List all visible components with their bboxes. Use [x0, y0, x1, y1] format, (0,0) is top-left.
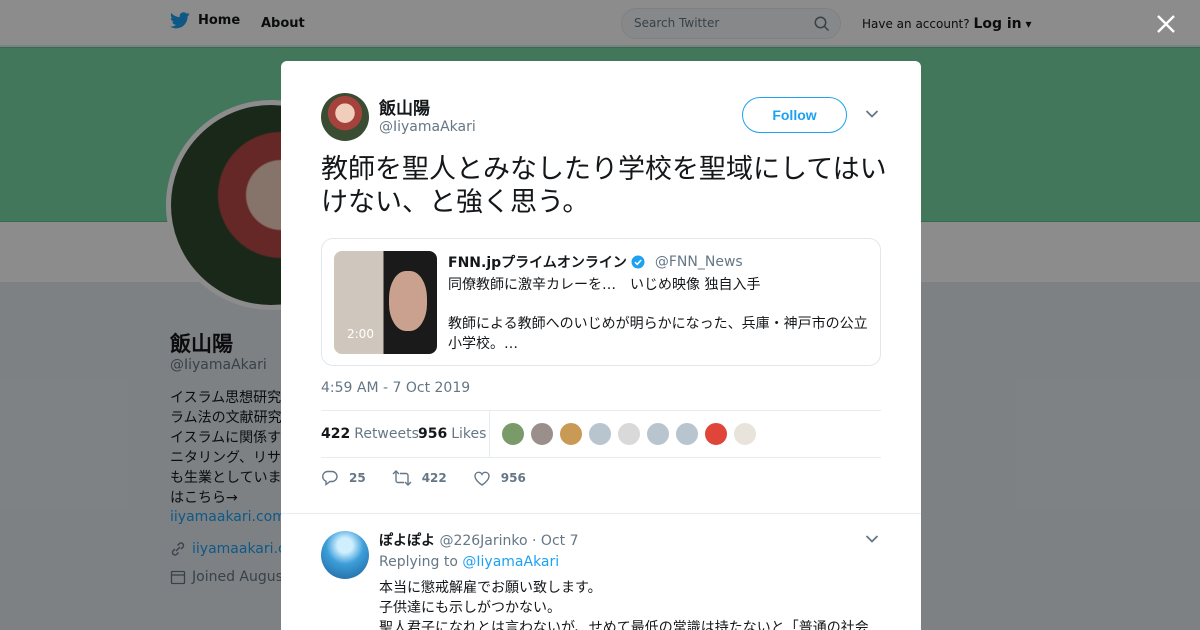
replying-prefix: Replying to [379, 554, 458, 570]
video-duration: 2:00 [347, 327, 374, 341]
replying-to: Replying to @IiyamaAkari [379, 554, 559, 570]
reply-text-line: 聖人君子になれとは言わないが、せめて最低の常識は持たないと「普通の社会 [379, 620, 869, 630]
retweets-count: 422 [321, 426, 351, 442]
stats-divider [489, 411, 490, 457]
liker-avatar[interactable] [704, 422, 728, 446]
reply-action[interactable]: 25 [321, 469, 366, 487]
liker-avatar[interactable] [733, 422, 757, 446]
card-title: 同僚教師に激辛カレーを… いじめ映像 独自入手 [448, 277, 761, 293]
reply-author-name[interactable]: ぽよぽよ [379, 533, 435, 549]
retweet-icon [392, 470, 412, 486]
reply-count: 25 [349, 471, 366, 485]
follow-button[interactable]: Follow [742, 97, 847, 133]
liker-avatar[interactable] [588, 422, 612, 446]
card-video-thumbnail[interactable]: 2:00 [334, 251, 437, 354]
reply-tweet[interactable]: ぽよぽよ @226Jarinko · Oct 7 Replying to @Ii… [281, 513, 921, 630]
liker-avatars [501, 422, 757, 446]
liker-avatar[interactable] [530, 422, 554, 446]
tweet-author-avatar[interactable] [321, 93, 369, 141]
likes-count: 956 [418, 426, 448, 442]
retweets-stat[interactable]: 422 Retweets [321, 426, 419, 442]
tweet-stats: 422 Retweets 956 Likes [321, 410, 881, 458]
card-source-name: FNN.jpプライムオンライン [448, 255, 627, 271]
reply-text-line: 子供達にも示しがつかない。 [379, 600, 561, 616]
card-source-handle: @FNN_News [654, 254, 743, 270]
reply-author-handle[interactable]: @226Jarinko [439, 533, 527, 549]
tweet-author-handle[interactable]: @IiyamaAkari [379, 119, 476, 135]
liker-avatar[interactable] [646, 422, 670, 446]
card-description: 教師による教師へのいじめが明らかになった、兵庫・神戸市の公立小学校。… [448, 316, 868, 352]
retweet-count: 422 [421, 471, 447, 485]
like-action[interactable]: 956 [473, 469, 526, 487]
thumbnail-face [389, 271, 427, 331]
reply-author-avatar[interactable] [321, 531, 369, 579]
liker-avatar[interactable] [675, 422, 699, 446]
retweets-label: Retweets [354, 426, 419, 442]
tweet-text: 教師を聖人とみなしたり学校を聖域にしてはいけない、と強く思う。 [321, 154, 887, 218]
reply-date[interactable]: · Oct 7 [532, 533, 578, 549]
retweet-action[interactable]: 422 [392, 469, 447, 487]
liker-avatar[interactable] [559, 422, 583, 446]
tweet-author-name[interactable]: 飯山陽 [379, 94, 430, 119]
reply-header: ぽよぽよ @226Jarinko · Oct 7 [379, 530, 579, 550]
chevron-down-icon[interactable] [865, 109, 879, 119]
tweet-actions: 25 422 956 [321, 469, 552, 487]
reply-text-line: 本当に懲戒解雇でお願い致します。 [379, 580, 602, 596]
like-count: 956 [500, 471, 526, 485]
card-source: FNN.jpプライムオンライン @FNN_News [448, 252, 743, 272]
likes-stat[interactable]: 956 Likes [418, 426, 486, 442]
replying-to-link[interactable]: @IiyamaAkari [462, 554, 559, 570]
likes-label: Likes [451, 426, 487, 442]
close-icon[interactable] [1153, 11, 1179, 37]
heart-icon [474, 471, 490, 486]
verified-badge-icon [631, 255, 645, 269]
reply-text: 本当に懲戒解雇でお願い致します。 子供達にも示しがつかない。 聖人君子になれとは… [379, 578, 879, 630]
liker-avatar[interactable] [617, 422, 641, 446]
tweet-modal: 飯山陽 @IiyamaAkari Follow 教師を聖人とみなしたり学校を聖域… [281, 61, 921, 630]
link-card[interactable]: 2:00 FNN.jpプライムオンライン @FNN_News 同僚教師に激辛カレ… [321, 238, 881, 366]
reply-chevron-down-icon[interactable] [865, 534, 879, 544]
tweet-timestamp[interactable]: 4:59 AM - 7 Oct 2019 [321, 380, 470, 396]
reply-icon [322, 470, 338, 486]
liker-avatar[interactable] [501, 422, 525, 446]
